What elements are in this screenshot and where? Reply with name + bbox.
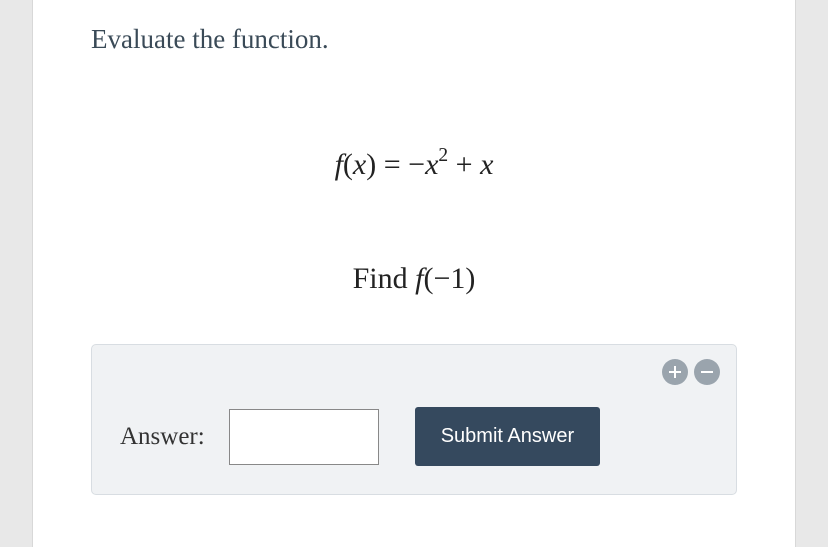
zoom-out-button[interactable]	[694, 359, 720, 385]
answer-row: Answer: Submit Answer	[120, 407, 716, 466]
equation-block: f(x) = −x2 + x	[91, 147, 737, 182]
answer-label: Answer:	[120, 423, 205, 451]
zoom-controls	[662, 359, 720, 385]
function-definition: f(x) = −x2 + x	[335, 148, 494, 181]
submit-button[interactable]: Submit Answer	[415, 407, 600, 466]
problem-card: Evaluate the function. f(x) = −x2 + x Fi…	[32, 0, 796, 547]
answer-input[interactable]	[229, 409, 379, 465]
plus-icon	[668, 365, 682, 379]
zoom-in-button[interactable]	[662, 359, 688, 385]
answer-panel: Answer: Submit Answer	[91, 344, 737, 495]
minus-icon	[700, 365, 714, 379]
find-line: Find f(−1)	[91, 262, 737, 296]
instruction-text: Evaluate the function.	[91, 24, 737, 55]
